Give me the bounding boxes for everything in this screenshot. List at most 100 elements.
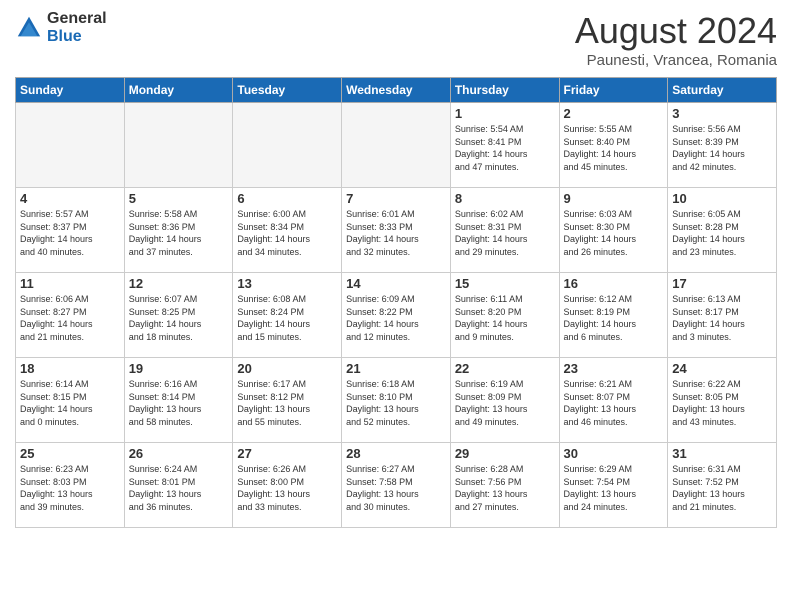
- calendar-cell: 18 Sunrise: 6:14 AM Sunset: 8:15 PM Dayli…: [16, 358, 125, 443]
- calendar-cell: [233, 103, 342, 188]
- day-number: 26: [129, 446, 229, 461]
- calendar-cell: 5Sunrise: 5:58 AM Sunset: 8:36 PM Daylig…: [124, 188, 233, 273]
- day-number: 18: [20, 361, 120, 376]
- day-number: 12: [129, 276, 229, 291]
- day-info: Sunrise: 5:55 AM Sunset: 8:40 PM Dayligh…: [564, 123, 664, 173]
- calendar-cell: 12Sunrise: 6:07 AM Sunset: 8:25 PM Dayli…: [124, 273, 233, 358]
- col-tuesday: Tuesday: [233, 78, 342, 103]
- logo-icon: [15, 14, 43, 42]
- day-number: 21: [346, 361, 446, 376]
- calendar-week-2: 11 Sunrise: 6:06 AM Sunset: 8:27 PM Dayli…: [16, 273, 777, 358]
- calendar-cell: 28 Sunrise: 6:27 AM Sunset: 7:58 PM Dayli…: [342, 443, 451, 528]
- location: Paunesti, Vrancea, Romania: [575, 52, 777, 69]
- day-number: 7: [346, 191, 446, 206]
- main-container: General Blue August 2024 Paunesti, Vranc…: [0, 0, 792, 538]
- title-section: August 2024 Paunesti, Vrancea, Romania: [575, 10, 777, 69]
- calendar-cell: 24Sunrise: 6:22 AM Sunset: 8:05 PM Dayli…: [668, 358, 777, 443]
- calendar-cell: 27 Sunrise: 6:26 AM Sunset: 8:00 PM Dayli…: [233, 443, 342, 528]
- day-number: 20: [237, 361, 337, 376]
- day-info: Sunrise: 6:09 AM Sunset: 8:22 PM Dayligh…: [346, 293, 446, 343]
- day-number: 27: [237, 446, 337, 461]
- day-number: 17: [672, 276, 772, 291]
- day-info: Sunrise: 5:56 AM Sunset: 8:39 PM Dayligh…: [672, 123, 772, 173]
- day-info: Sunrise: 6:28 AM Sunset: 7:56 PM Dayligh…: [455, 463, 555, 513]
- calendar-cell: 26Sunrise: 6:24 AM Sunset: 8:01 PM Dayli…: [124, 443, 233, 528]
- day-info: Sunrise: 6:11 AM Sunset: 8:20 PM Dayligh…: [455, 293, 555, 343]
- day-info: Sunrise: 6:00 AM Sunset: 8:34 PM Dayligh…: [237, 208, 337, 258]
- day-info: Sunrise: 6:26 AM Sunset: 8:00 PM Dayligh…: [237, 463, 337, 513]
- calendar-cell: 15 Sunrise: 6:11 AM Sunset: 8:20 PM Dayli…: [450, 273, 559, 358]
- day-info: Sunrise: 6:02 AM Sunset: 8:31 PM Dayligh…: [455, 208, 555, 258]
- header-row: Sunday Monday Tuesday Wednesday Thursday…: [16, 78, 777, 103]
- calendar-cell: [124, 103, 233, 188]
- day-number: 3: [672, 106, 772, 121]
- day-info: Sunrise: 6:19 AM Sunset: 8:09 PM Dayligh…: [455, 378, 555, 428]
- day-number: 22: [455, 361, 555, 376]
- day-info: Sunrise: 6:27 AM Sunset: 7:58 PM Dayligh…: [346, 463, 446, 513]
- calendar-cell: 1 Sunrise: 5:54 AM Sunset: 8:41 PM Daylig…: [450, 103, 559, 188]
- day-info: Sunrise: 6:16 AM Sunset: 8:14 PM Dayligh…: [129, 378, 229, 428]
- calendar-cell: 11 Sunrise: 6:06 AM Sunset: 8:27 PM Dayli…: [16, 273, 125, 358]
- calendar-cell: 13 Sunrise: 6:08 AM Sunset: 8:24 PM Dayli…: [233, 273, 342, 358]
- month-year: August 2024: [575, 10, 777, 52]
- calendar-cell: 2Sunrise: 5:55 AM Sunset: 8:40 PM Daylig…: [559, 103, 668, 188]
- calendar-cell: 31 Sunrise: 6:31 AM Sunset: 7:52 PM Dayli…: [668, 443, 777, 528]
- day-number: 8: [455, 191, 555, 206]
- col-monday: Monday: [124, 78, 233, 103]
- day-number: 11: [20, 276, 120, 291]
- day-info: Sunrise: 6:06 AM Sunset: 8:27 PM Dayligh…: [20, 293, 120, 343]
- calendar-cell: 21 Sunrise: 6:18 AM Sunset: 8:10 PM Dayli…: [342, 358, 451, 443]
- logo-text: General Blue: [47, 10, 107, 46]
- calendar-cell: 19 Sunrise: 6:16 AM Sunset: 8:14 PM Dayli…: [124, 358, 233, 443]
- calendar-week-4: 25Sunrise: 6:23 AM Sunset: 8:03 PM Dayli…: [16, 443, 777, 528]
- day-info: Sunrise: 6:31 AM Sunset: 7:52 PM Dayligh…: [672, 463, 772, 513]
- day-number: 30: [564, 446, 664, 461]
- day-info: Sunrise: 6:05 AM Sunset: 8:28 PM Dayligh…: [672, 208, 772, 258]
- day-number: 19: [129, 361, 229, 376]
- day-info: Sunrise: 6:01 AM Sunset: 8:33 PM Dayligh…: [346, 208, 446, 258]
- calendar-cell: 16Sunrise: 6:12 AM Sunset: 8:19 PM Dayli…: [559, 273, 668, 358]
- day-info: Sunrise: 5:54 AM Sunset: 8:41 PM Dayligh…: [455, 123, 555, 173]
- calendar-cell: 30Sunrise: 6:29 AM Sunset: 7:54 PM Dayli…: [559, 443, 668, 528]
- calendar-week-3: 18 Sunrise: 6:14 AM Sunset: 8:15 PM Dayli…: [16, 358, 777, 443]
- day-number: 6: [237, 191, 337, 206]
- calendar-cell: 9 Sunrise: 6:03 AM Sunset: 8:30 PM Daylig…: [559, 188, 668, 273]
- calendar-cell: 6 Sunrise: 6:00 AM Sunset: 8:34 PM Daylig…: [233, 188, 342, 273]
- day-info: Sunrise: 6:14 AM Sunset: 8:15 PM Dayligh…: [20, 378, 120, 428]
- day-number: 9: [564, 191, 664, 206]
- day-number: 15: [455, 276, 555, 291]
- calendar-week-1: 4Sunrise: 5:57 AM Sunset: 8:37 PM Daylig…: [16, 188, 777, 273]
- day-info: Sunrise: 6:03 AM Sunset: 8:30 PM Dayligh…: [564, 208, 664, 258]
- calendar-cell: 25Sunrise: 6:23 AM Sunset: 8:03 PM Dayli…: [16, 443, 125, 528]
- day-info: Sunrise: 6:18 AM Sunset: 8:10 PM Dayligh…: [346, 378, 446, 428]
- header: General Blue August 2024 Paunesti, Vranc…: [15, 10, 777, 69]
- day-info: Sunrise: 6:23 AM Sunset: 8:03 PM Dayligh…: [20, 463, 120, 513]
- col-saturday: Saturday: [668, 78, 777, 103]
- col-friday: Friday: [559, 78, 668, 103]
- calendar-cell: 8 Sunrise: 6:02 AM Sunset: 8:31 PM Daylig…: [450, 188, 559, 273]
- day-number: 29: [455, 446, 555, 461]
- calendar-cell: 3 Sunrise: 5:56 AM Sunset: 8:39 PM Daylig…: [668, 103, 777, 188]
- day-number: 16: [564, 276, 664, 291]
- day-number: 14: [346, 276, 446, 291]
- day-info: Sunrise: 6:21 AM Sunset: 8:07 PM Dayligh…: [564, 378, 664, 428]
- day-number: 4: [20, 191, 120, 206]
- calendar-cell: 4Sunrise: 5:57 AM Sunset: 8:37 PM Daylig…: [16, 188, 125, 273]
- col-sunday: Sunday: [16, 78, 125, 103]
- day-number: 31: [672, 446, 772, 461]
- calendar-table: Sunday Monday Tuesday Wednesday Thursday…: [15, 77, 777, 528]
- day-info: Sunrise: 6:08 AM Sunset: 8:24 PM Dayligh…: [237, 293, 337, 343]
- day-number: 28: [346, 446, 446, 461]
- calendar-cell: [342, 103, 451, 188]
- calendar-cell: 22 Sunrise: 6:19 AM Sunset: 8:09 PM Dayli…: [450, 358, 559, 443]
- day-number: 24: [672, 361, 772, 376]
- col-wednesday: Wednesday: [342, 78, 451, 103]
- calendar-cell: 10Sunrise: 6:05 AM Sunset: 8:28 PM Dayli…: [668, 188, 777, 273]
- calendar-cell: 14 Sunrise: 6:09 AM Sunset: 8:22 PM Dayli…: [342, 273, 451, 358]
- col-thursday: Thursday: [450, 78, 559, 103]
- day-info: Sunrise: 6:17 AM Sunset: 8:12 PM Dayligh…: [237, 378, 337, 428]
- calendar-cell: 17Sunrise: 6:13 AM Sunset: 8:17 PM Dayli…: [668, 273, 777, 358]
- logo: General Blue: [15, 10, 107, 46]
- day-number: 13: [237, 276, 337, 291]
- day-number: 1: [455, 106, 555, 121]
